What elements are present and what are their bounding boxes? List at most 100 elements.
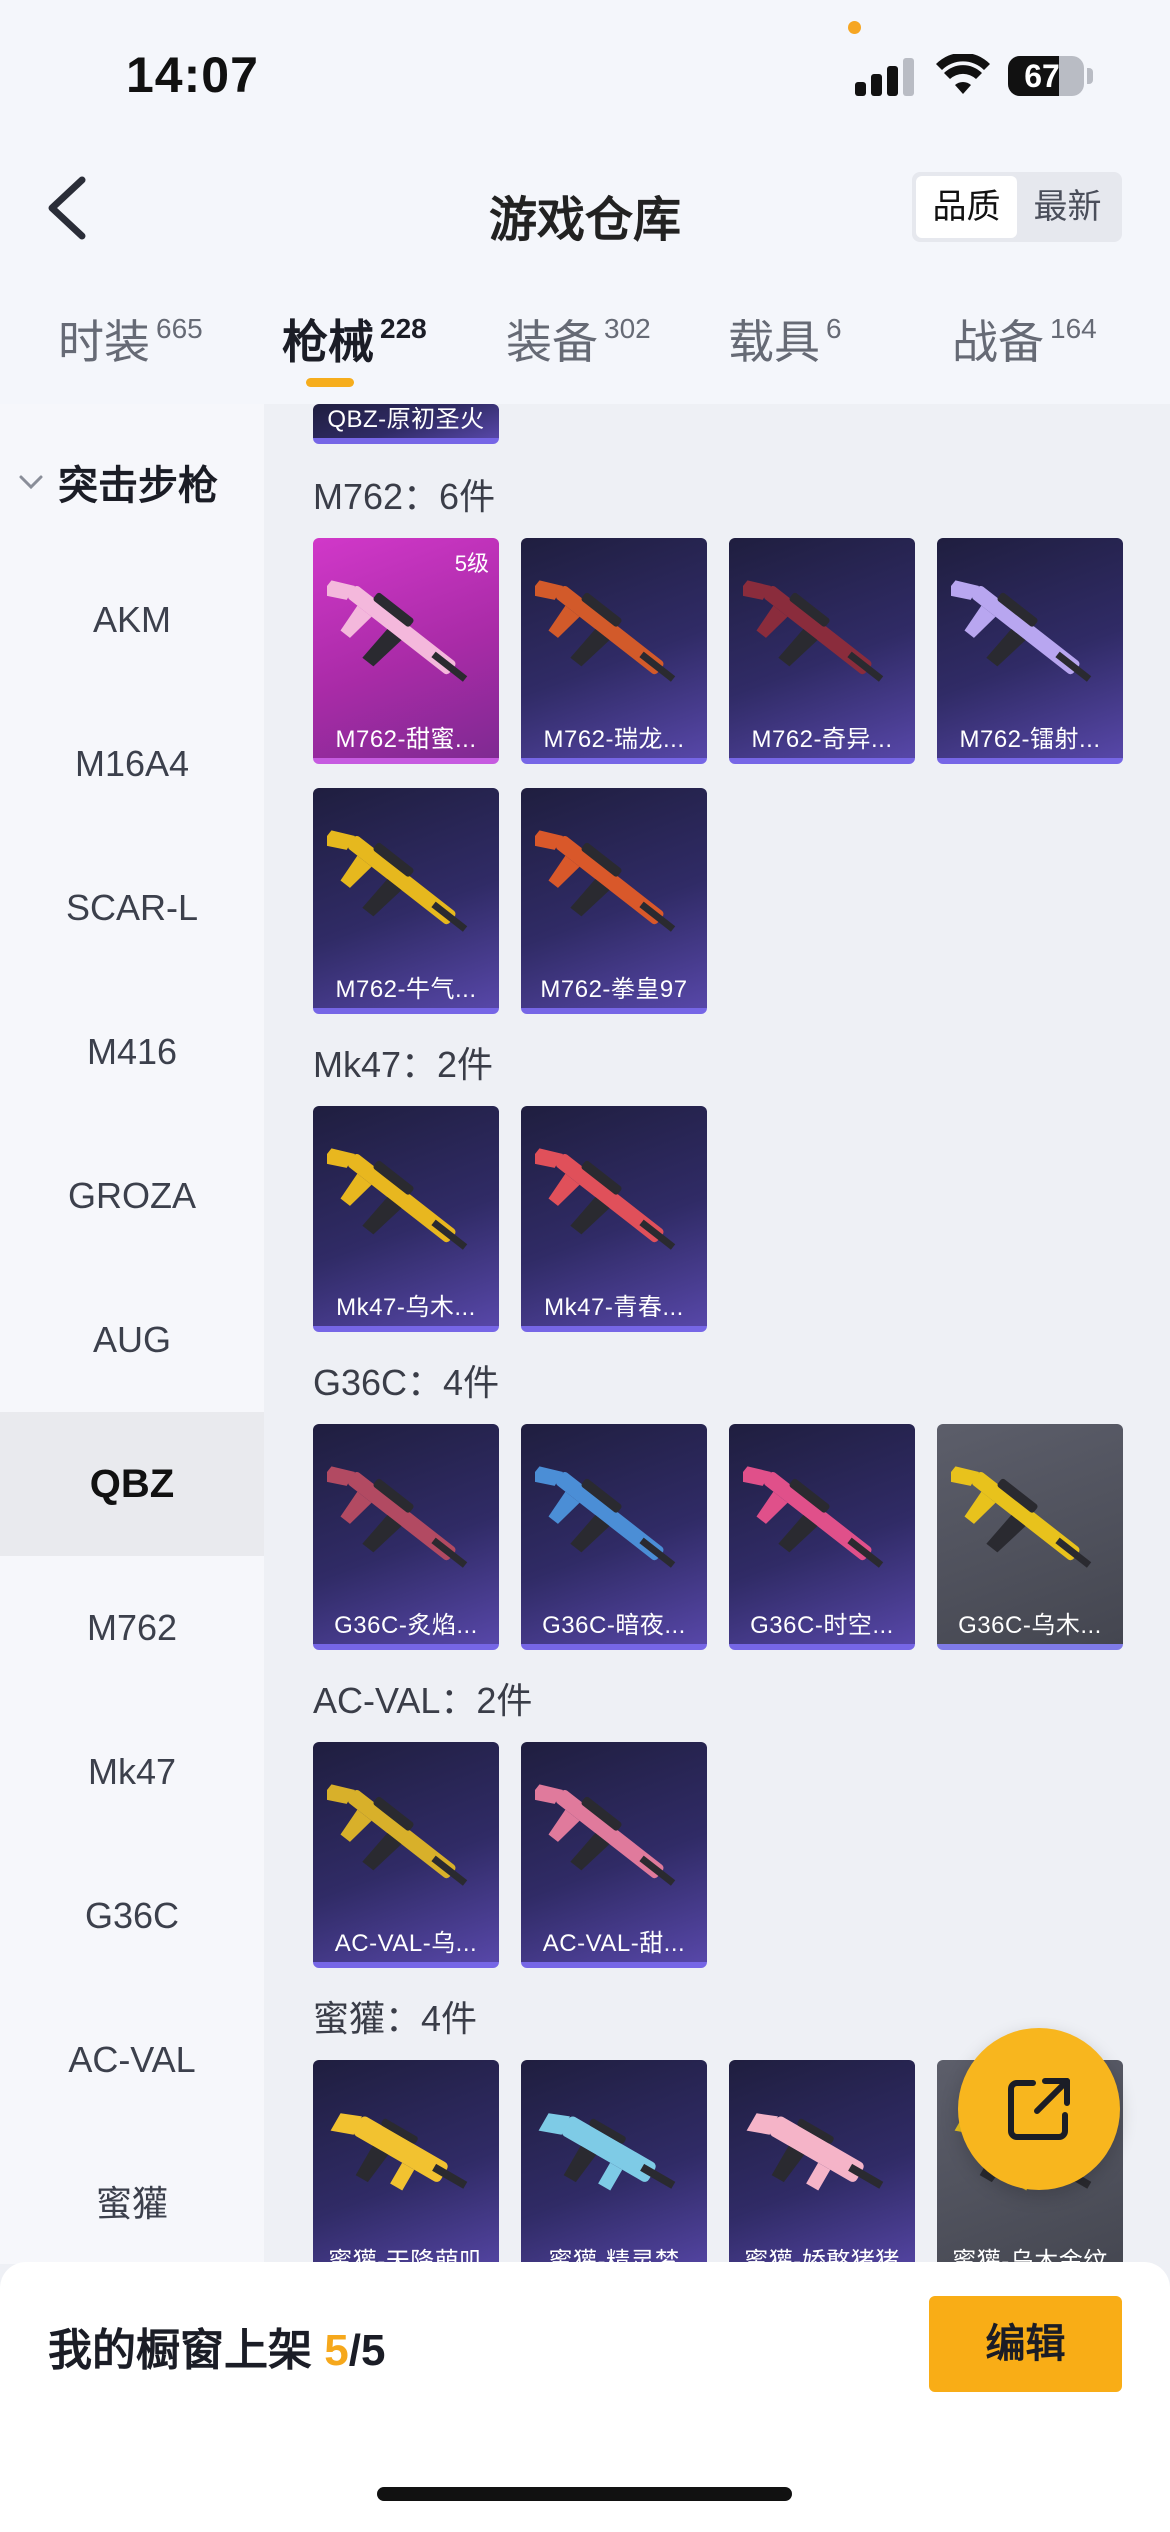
tab-label: 时装 bbox=[58, 316, 150, 368]
sort-option-newest[interactable]: 最新 bbox=[1017, 176, 1118, 238]
skin-name: QBZ-原初圣火 bbox=[327, 406, 485, 433]
nav-header: 游戏仓库 品质 最新 bbox=[0, 140, 1170, 278]
sidebar-item-scar-l[interactable]: SCAR-L bbox=[0, 836, 264, 980]
skin-name: G36C-暗夜... bbox=[542, 1612, 686, 1639]
skin-name: G36C-炙焰... bbox=[334, 1612, 478, 1639]
privacy-indicator-dot bbox=[848, 21, 861, 34]
cellular-signal-icon bbox=[855, 56, 915, 96]
skin-name: Mk47-青春... bbox=[544, 1294, 684, 1321]
showcase-label: 我的橱窗上架 bbox=[48, 2326, 312, 2375]
rifle-skin-icon bbox=[327, 830, 468, 932]
tab-combat-gear[interactable]: 战备 164 bbox=[952, 306, 1097, 372]
tab-firearms[interactable]: 枪械 228 bbox=[282, 306, 427, 372]
category-tabs: 时装 665 枪械 228 装备 302 载具 6 战备 164 bbox=[0, 278, 1170, 404]
section-title-m762: M762：6件 bbox=[313, 476, 496, 517]
sidebar-item-mk47[interactable]: Mk47 bbox=[0, 1700, 264, 1844]
tab-count: 228 bbox=[380, 313, 427, 344]
rifle-skin-icon bbox=[951, 580, 1092, 682]
section-title-ac-val: AC-VAL：2件 bbox=[313, 1680, 533, 1721]
rifle-skin-icon bbox=[535, 1784, 676, 1886]
skin-card[interactable]: M762-牛气... bbox=[313, 788, 499, 1014]
rifle-skin-icon bbox=[535, 1466, 676, 1568]
smg-skin-icon bbox=[538, 2113, 676, 2191]
tab-label: 枪械 bbox=[282, 316, 374, 368]
skin-name: M762-拳皇97 bbox=[540, 976, 688, 1003]
skin-card[interactable]: 蜜獾-精灵梦 bbox=[521, 2060, 707, 2264]
clock: 14:07 bbox=[126, 47, 259, 103]
skin-name: 蜜獾-娇憨猪猪 bbox=[744, 2248, 900, 2264]
sidebar-item-m762[interactable]: M762 bbox=[0, 1556, 264, 1700]
skin-name: 蜜獾-精灵梦 bbox=[548, 2248, 680, 2264]
tab-label: 装备 bbox=[506, 316, 598, 368]
chevron-down-icon bbox=[19, 475, 43, 490]
sidebar-item-honey-badger[interactable]: 蜜獾 bbox=[0, 2132, 264, 2264]
skin-card[interactable]: M762-瑞龙... bbox=[521, 538, 707, 764]
edit-button[interactable]: 编辑 bbox=[929, 2296, 1122, 2392]
sidebar-group-label: 突击步枪 bbox=[58, 464, 218, 508]
sidebar-item-aug[interactable]: AUG bbox=[0, 1268, 264, 1412]
skin-card-partial[interactable]: QBZ-原初圣火 bbox=[313, 404, 499, 444]
tab-label: 载具 bbox=[728, 316, 820, 368]
skin-card[interactable]: M762-奇异... bbox=[729, 538, 915, 764]
tab-fashion[interactable]: 时装 665 bbox=[58, 306, 203, 372]
rifle-skin-icon bbox=[535, 1148, 676, 1250]
rifle-skin-icon bbox=[743, 1466, 884, 1568]
skin-name: AC-VAL-乌... bbox=[334, 1930, 478, 1957]
skin-name: M762-牛气... bbox=[335, 976, 477, 1003]
tab-count: 665 bbox=[156, 313, 203, 344]
rifle-skin-icon bbox=[535, 830, 676, 932]
sidebar-item-groza[interactable]: GROZA bbox=[0, 1124, 264, 1268]
sidebar-item-akm[interactable]: AKM bbox=[0, 548, 264, 692]
skin-card[interactable]: G36C-暗夜... bbox=[521, 1424, 707, 1650]
skin-card[interactable]: AC-VAL-乌... bbox=[313, 1742, 499, 1968]
skin-name: 蜜獾-乌木金纹 bbox=[952, 2248, 1108, 2264]
wifi-icon bbox=[936, 54, 990, 94]
showcase-count: 我的橱窗上架 5/5 bbox=[48, 2314, 385, 2378]
rifle-skin-icon bbox=[327, 580, 468, 682]
tab-vehicles[interactable]: 载具 6 bbox=[728, 306, 842, 372]
tab-label: 战备 bbox=[952, 316, 1044, 368]
skin-card[interactable]: G36C-时空... bbox=[729, 1424, 915, 1650]
sidebar-item-m16a4[interactable]: M16A4 bbox=[0, 692, 264, 836]
skin-card[interactable]: 蜜獾-天降萌叽 bbox=[313, 2060, 499, 2264]
tab-count: 164 bbox=[1050, 313, 1097, 344]
sidebar-group-assault-rifle[interactable]: 突击步枪 bbox=[18, 452, 218, 512]
skin-card[interactable]: Mk47-乌木... bbox=[313, 1106, 499, 1332]
skin-card[interactable]: M762-镭射... bbox=[937, 538, 1123, 764]
share-button[interactable] bbox=[958, 2028, 1120, 2190]
rifle-skin-icon bbox=[535, 580, 676, 682]
skin-name: G36C-乌木... bbox=[958, 1612, 1102, 1639]
battery-level: 67 bbox=[1024, 58, 1060, 94]
section-title-mk47: Mk47：2件 bbox=[313, 1044, 494, 1085]
skin-name: 蜜獾-天降萌叽 bbox=[328, 2248, 484, 2264]
smg-skin-icon bbox=[330, 2113, 468, 2191]
sidebar-item-m416[interactable]: M416 bbox=[0, 980, 264, 1124]
share-external-icon bbox=[1008, 2078, 1070, 2140]
rifle-skin-icon bbox=[327, 1784, 468, 1886]
skin-name: Mk47-乌木... bbox=[336, 1294, 476, 1321]
sidebar-item-ac-val[interactable]: AC-VAL bbox=[0, 1988, 264, 2132]
skin-card[interactable]: 蜜獾-娇憨猪猪 bbox=[729, 2060, 915, 2264]
rifle-skin-icon bbox=[327, 1466, 468, 1568]
skin-card[interactable]: G36C-乌木... bbox=[937, 1424, 1123, 1650]
sidebar-item-g36c[interactable]: G36C bbox=[0, 1844, 264, 1988]
skin-name: M762-瑞龙... bbox=[543, 726, 685, 753]
smg-skin-icon bbox=[746, 2113, 884, 2191]
showcase-separator: / bbox=[348, 2326, 361, 2375]
tab-count: 302 bbox=[604, 313, 651, 344]
skin-card[interactable]: 5级 M762-甜蜜... bbox=[313, 538, 499, 764]
showcase-current: 5 bbox=[324, 2326, 349, 2375]
sidebar-item-qbz[interactable]: QBZ bbox=[0, 1412, 264, 1556]
skin-card[interactable]: Mk47-青春... bbox=[521, 1106, 707, 1332]
skin-card[interactable]: AC-VAL-甜... bbox=[521, 1742, 707, 1968]
section-title-g36c: G36C：4件 bbox=[313, 1362, 500, 1403]
rifle-skin-icon bbox=[951, 1466, 1092, 1568]
battery-tip bbox=[1087, 68, 1093, 84]
tab-equipment[interactable]: 装备 302 bbox=[506, 306, 651, 372]
skin-card[interactable]: G36C-炙焰... bbox=[313, 1424, 499, 1650]
active-tab-indicator bbox=[306, 378, 354, 387]
home-indicator[interactable] bbox=[377, 2487, 792, 2501]
skin-card[interactable]: M762-拳皇97 bbox=[521, 788, 707, 1014]
battery-icon: 67 bbox=[1008, 56, 1084, 96]
sort-option-quality[interactable]: 品质 bbox=[916, 176, 1017, 238]
